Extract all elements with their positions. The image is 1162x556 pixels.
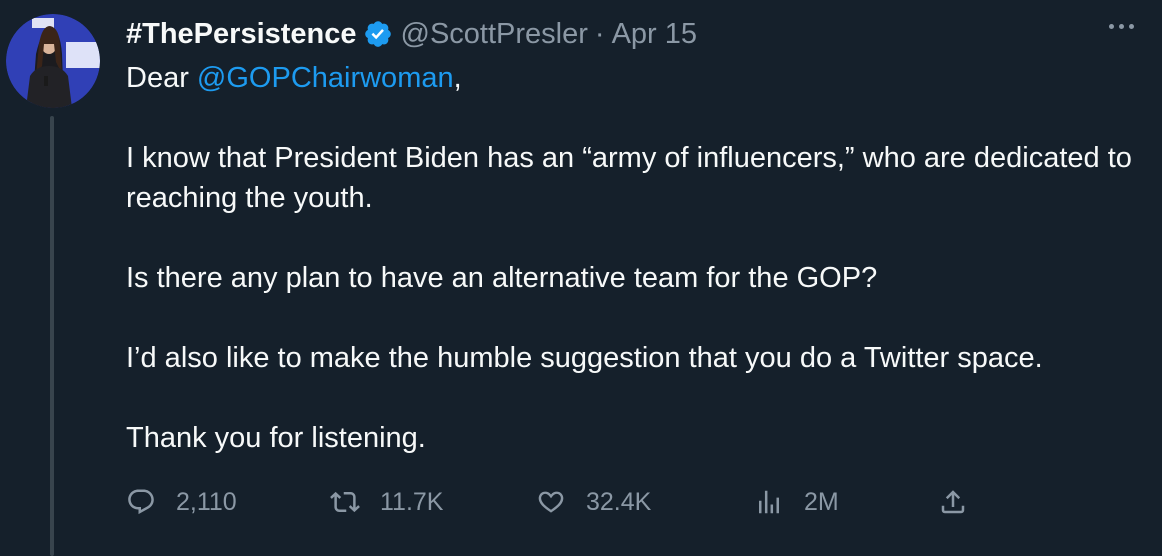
reply-button[interactable]: 2,110 — [126, 482, 237, 522]
views-button[interactable]: 2M — [754, 482, 839, 522]
views-icon — [754, 487, 784, 517]
tweet-header: #ThePersistence @ScottPresler · Apr 15 — [126, 14, 697, 54]
mention-link[interactable]: @GOPChairwoman — [197, 62, 454, 94]
retweet-count: 11.7K — [380, 487, 444, 516]
author-handle[interactable]: @ScottPresler — [401, 18, 588, 51]
reply-icon — [126, 487, 156, 517]
tweet-paragraph: I’d also like to make the humble suggest… — [126, 342, 1043, 374]
views-count: 2M — [804, 487, 839, 516]
retweet-button[interactable]: 11.7K — [330, 482, 443, 522]
retweet-icon — [330, 487, 360, 517]
salutation-prefix: Dear — [126, 62, 197, 94]
salutation: Dear @GOPChairwoman, — [126, 58, 1136, 98]
heart-icon — [536, 487, 566, 517]
tweet-date[interactable]: Apr 15 — [612, 18, 697, 51]
verified-badge-icon — [363, 19, 393, 49]
share-icon — [938, 487, 968, 517]
more-icon[interactable] — [1109, 24, 1134, 29]
tweet-paragraph: Thank you for listening. — [126, 422, 426, 454]
like-button[interactable]: 32.4K — [536, 482, 651, 522]
reply-count: 2,110 — [176, 487, 237, 516]
tweet-body: Dear @GOPChairwoman, I know that Preside… — [126, 58, 1136, 458]
tweet-paragraph: I know that President Biden has an “army… — [126, 142, 1132, 214]
salutation-suffix: , — [453, 62, 462, 94]
share-button[interactable] — [938, 482, 968, 522]
tweet-paragraph: Is there any plan to have an alternative… — [126, 262, 878, 294]
avatar[interactable] — [6, 14, 100, 108]
display-name[interactable]: #ThePersistence — [126, 18, 357, 51]
action-bar: 2,110 11.7K 32.4K 2M — [126, 482, 986, 522]
tweet: #ThePersistence @ScottPresler · Apr 15 D… — [0, 0, 1162, 556]
thread-line — [50, 116, 54, 556]
like-count: 32.4K — [586, 487, 652, 516]
header-separator: · — [594, 17, 605, 50]
